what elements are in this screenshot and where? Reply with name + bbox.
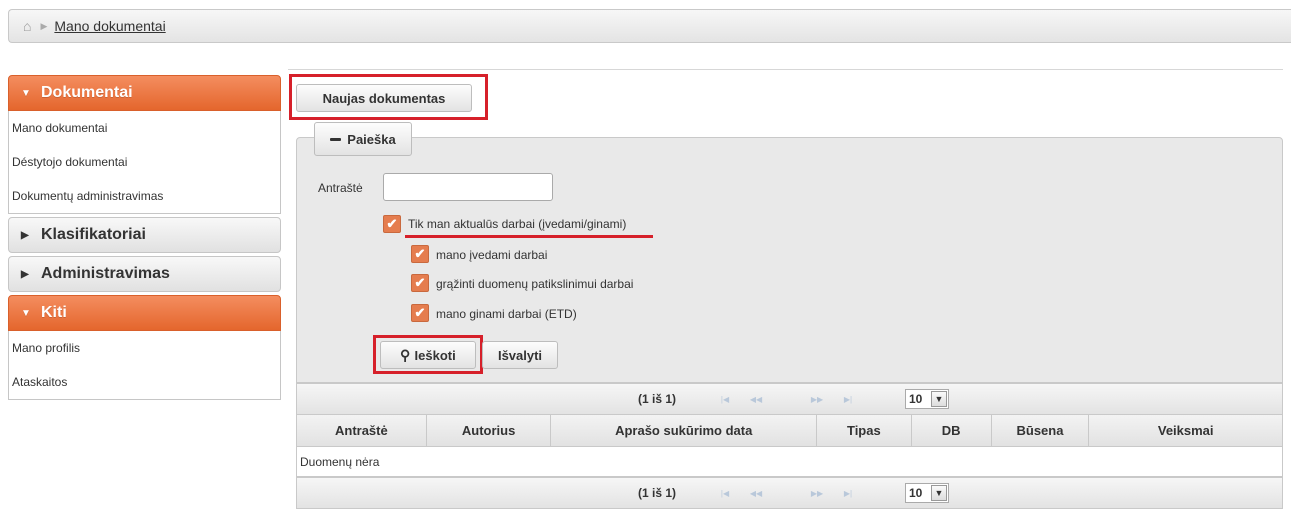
returned-label: grąžinti duomenų patikslinimui darbai bbox=[436, 277, 634, 291]
only-relevant-label: Tik man aktualūs darbai (įvedami/ginami) bbox=[408, 217, 627, 231]
sidebar-section-label: Administravimas bbox=[41, 265, 170, 282]
highlight-box bbox=[373, 335, 483, 374]
breadcrumb-current-link[interactable]: Mano dokumentai bbox=[54, 18, 165, 34]
sidebar-section-kiti[interactable]: ▼ Kiti bbox=[8, 295, 281, 331]
column-header-veiksmai[interactable]: Veiksmai bbox=[1089, 415, 1282, 446]
divider bbox=[288, 69, 1283, 70]
first-page-icon[interactable]: |◀ bbox=[713, 486, 737, 500]
check-icon: ✔ bbox=[414, 275, 426, 290]
page-size-select[interactable]: 10 ▼ bbox=[905, 389, 949, 409]
sidebar: ▼ Dokumentai Mano dokumentai Déstytojo d… bbox=[8, 75, 281, 400]
my-defended-label: mano ginami darbai (ETD) bbox=[436, 307, 577, 321]
chevron-down-icon: ▼ bbox=[931, 485, 947, 501]
clear-button[interactable]: Išvalyti bbox=[482, 341, 558, 369]
table-pager-top: (1 iš 1) |◀ ◀◀ ▶▶ ▶| 10 ▼ bbox=[296, 383, 1283, 415]
column-header-tipas[interactable]: Tipas bbox=[817, 415, 912, 446]
column-header-data[interactable]: Aprašo sukūrimo data bbox=[551, 415, 817, 446]
sidebar-section-body: Mano dokumentai Déstytojo dokumentai Dok… bbox=[8, 111, 281, 214]
title-input[interactable] bbox=[383, 173, 553, 201]
chevron-right-icon: ▶ bbox=[21, 229, 29, 241]
column-header-busena[interactable]: Būsena bbox=[992, 415, 1090, 446]
next-page-icon[interactable]: ▶▶ bbox=[805, 392, 829, 406]
highlight-underline bbox=[405, 235, 653, 238]
returned-checkbox[interactable]: ✔ bbox=[411, 274, 429, 292]
chevron-right-icon: ▶ bbox=[21, 268, 29, 280]
breadcrumb: ⌂ ▶ Mano dokumentai bbox=[8, 9, 1291, 43]
my-entered-checkbox[interactable]: ✔ bbox=[411, 245, 429, 263]
my-defended-checkbox[interactable]: ✔ bbox=[411, 304, 429, 322]
pager-count: (1 iš 1) bbox=[638, 486, 677, 500]
sidebar-item-destytojo-dokumentai[interactable]: Déstytojo dokumentai bbox=[9, 145, 280, 179]
column-header-db[interactable]: DB bbox=[912, 415, 992, 446]
check-icon: ✔ bbox=[386, 216, 398, 231]
sidebar-section-klasifikatoriai[interactable]: ▶ Klasifikatoriai bbox=[8, 217, 281, 253]
sidebar-section-label: Dokumentai bbox=[41, 84, 133, 101]
search-toggle-button[interactable]: Paieška bbox=[314, 122, 412, 156]
sidebar-item-ataskaitos[interactable]: Ataskaitos bbox=[9, 365, 280, 399]
sidebar-section-administravimas[interactable]: ▶ Administravimas bbox=[8, 256, 281, 292]
table-empty-message: Duomenų nėra bbox=[296, 447, 1283, 477]
first-page-icon[interactable]: |◀ bbox=[713, 392, 737, 406]
next-page-icon[interactable]: ▶▶ bbox=[805, 486, 829, 500]
sidebar-item-mano-dokumentai[interactable]: Mano dokumentai bbox=[9, 111, 280, 145]
check-icon: ✔ bbox=[414, 246, 426, 261]
chevron-down-icon: ▼ bbox=[21, 307, 31, 319]
last-page-icon[interactable]: ▶| bbox=[836, 486, 860, 500]
table-pager-bottom: (1 iš 1) |◀ ◀◀ ▶▶ ▶| 10 ▼ bbox=[296, 477, 1283, 509]
minus-icon bbox=[330, 137, 342, 141]
highlight-box bbox=[289, 74, 488, 120]
search-toggle-label: Paieška bbox=[347, 131, 396, 147]
table-header: Antraštė Autorius Aprašo sukūrimo data T… bbox=[296, 415, 1283, 447]
home-icon[interactable]: ⌂ bbox=[23, 18, 31, 34]
page-size-select[interactable]: 10 ▼ bbox=[905, 483, 949, 503]
my-entered-label: mano įvedami darbai bbox=[436, 248, 548, 262]
last-page-icon[interactable]: ▶| bbox=[836, 392, 860, 406]
sidebar-section-dokumentai[interactable]: ▼ Dokumentai bbox=[8, 75, 281, 111]
page-size-value: 10 bbox=[909, 392, 923, 406]
sidebar-section-label: Klasifikatoriai bbox=[41, 226, 146, 243]
title-label: Antraštė bbox=[318, 181, 363, 195]
sidebar-section-body: Mano profilis Ataskaitos bbox=[8, 331, 281, 400]
sidebar-item-mano-profilis[interactable]: Mano profilis bbox=[9, 331, 280, 365]
page-size-value: 10 bbox=[909, 486, 923, 500]
prev-page-icon[interactable]: ◀◀ bbox=[744, 392, 768, 406]
column-header-antraste[interactable]: Antraštė bbox=[297, 415, 427, 446]
pager-count: (1 iš 1) bbox=[638, 392, 677, 406]
check-icon: ✔ bbox=[414, 305, 426, 320]
sidebar-section-label: Kiti bbox=[41, 304, 67, 321]
chevron-right-icon: ▶ bbox=[40, 20, 48, 31]
only-relevant-checkbox[interactable]: ✔ bbox=[383, 215, 401, 233]
chevron-down-icon: ▼ bbox=[21, 87, 31, 99]
column-header-autorius[interactable]: Autorius bbox=[427, 415, 552, 446]
chevron-down-icon: ▼ bbox=[931, 391, 947, 407]
prev-page-icon[interactable]: ◀◀ bbox=[744, 486, 768, 500]
sidebar-item-dokumentu-administravimas[interactable]: Dokumentų administravimas bbox=[9, 179, 280, 213]
